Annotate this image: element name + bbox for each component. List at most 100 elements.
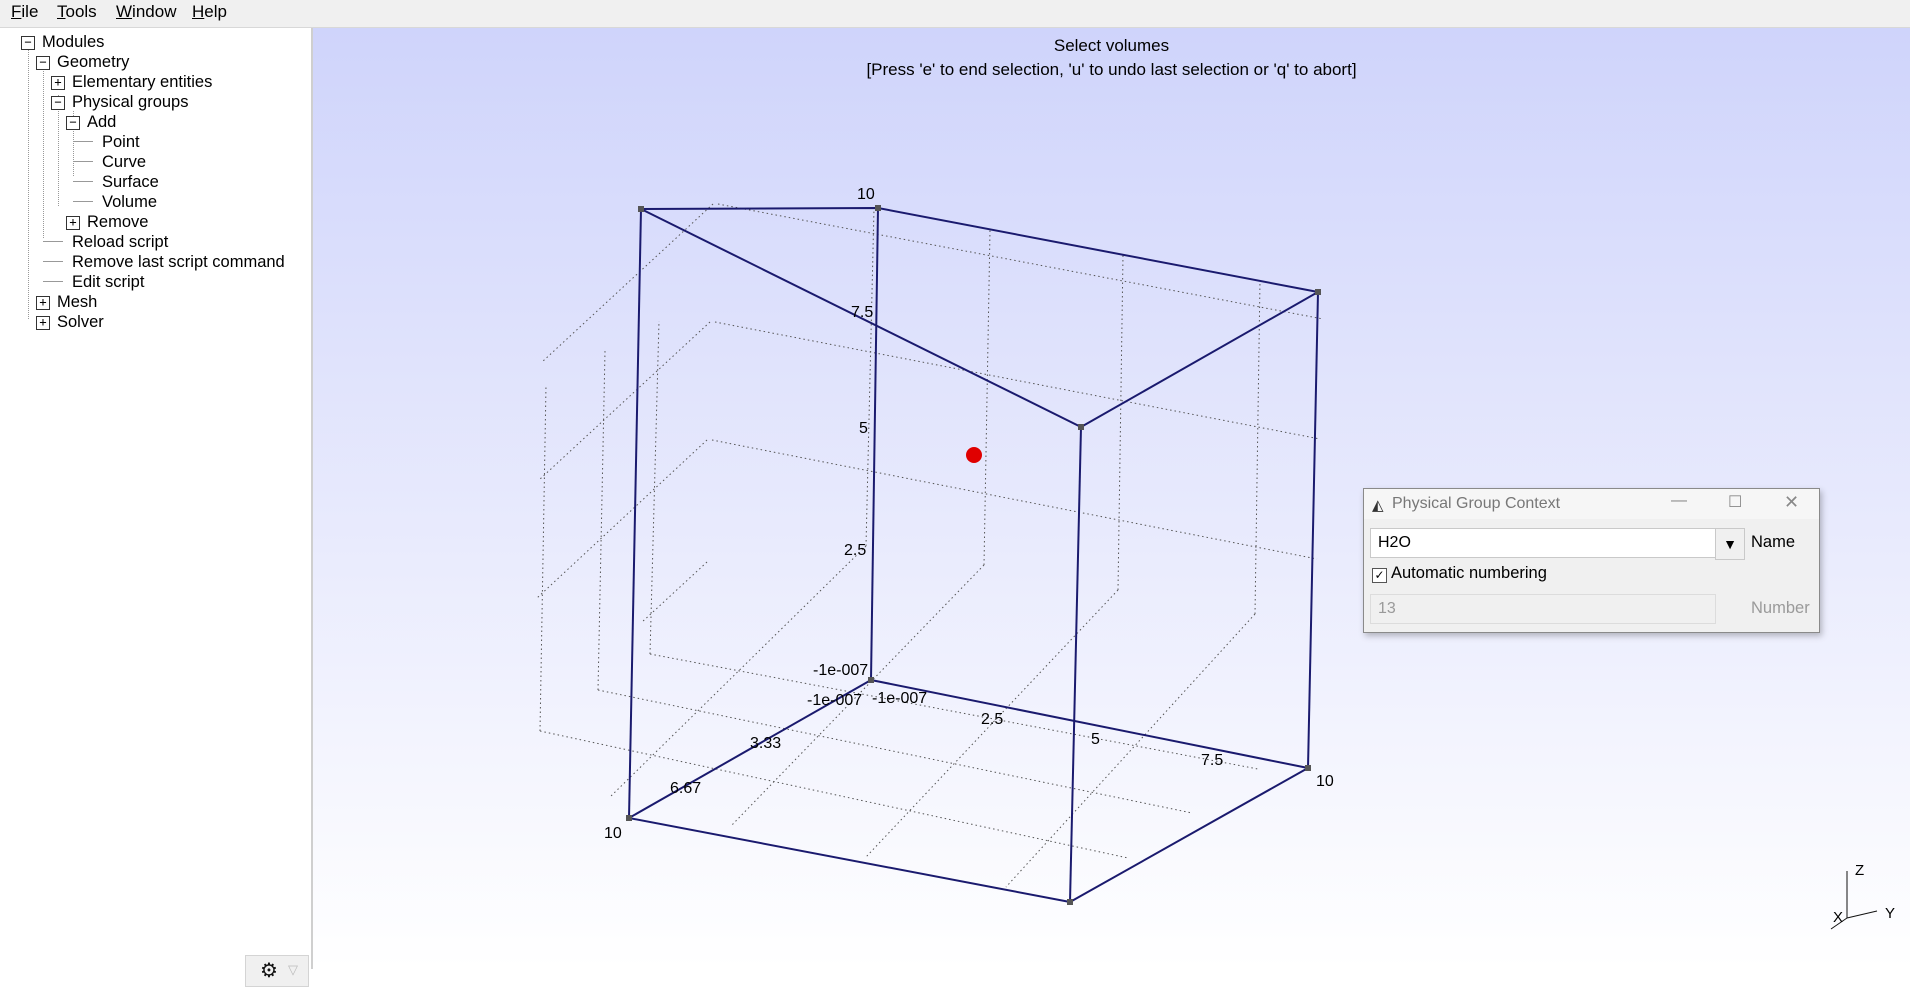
gear-icon[interactable]: ⚙	[260, 960, 278, 982]
menu-window[interactable]: Window	[114, 2, 178, 22]
axis-y-tick-origin: -1e-007	[872, 690, 928, 707]
expand-elementary-icon[interactable]: +	[51, 76, 65, 90]
edge-bottom-front	[628, 817, 1071, 903]
menu-tools-rest: ools	[65, 2, 97, 21]
group-name-dropdown-button[interactable]: ▼	[1715, 528, 1745, 560]
vertex-1	[638, 206, 644, 212]
checkmark-icon: ✓	[1374, 568, 1385, 582]
name-label: Name	[1751, 533, 1796, 551]
collapse-physical-icon[interactable]: −	[51, 96, 65, 110]
minimize-icon[interactable]: —	[1671, 492, 1687, 510]
box-vertices	[626, 205, 1321, 905]
axis-z-tick-5: 5	[859, 420, 868, 437]
edge-bottom-right	[1069, 767, 1309, 903]
triad-z-label: Z	[1855, 862, 1865, 879]
box-edges	[628, 206, 1321, 903]
vertex-8	[868, 677, 874, 683]
tree-branch-remove-last	[43, 261, 63, 262]
automatic-numbering-checkbox[interactable]: ✓	[1372, 568, 1387, 583]
volume-selection-marker[interactable]	[966, 447, 982, 463]
group-number-value: 13	[1378, 600, 1396, 617]
axis-z-tick-7-5: 7.5	[851, 304, 874, 321]
menu-tools-mnemonic: T	[57, 2, 66, 21]
menu-tools[interactable]: Tools	[55, 2, 99, 22]
module-tree-panel: − Modules − Geometry + Elementary entiti…	[0, 28, 313, 987]
edge-back-right	[1307, 291, 1319, 769]
axis-x-tick-origin: -1e-007	[807, 692, 863, 709]
edge-front-right	[1069, 426, 1082, 903]
group-number-input[interactable]: 13	[1370, 594, 1716, 624]
tree-guide-physical	[58, 95, 59, 206]
tree-branch-edit	[43, 281, 63, 282]
axes-orientation-triad: Z Y X	[1815, 855, 1905, 935]
tree-item-surface[interactable]: Surface	[102, 172, 159, 192]
axis-z-tick-2-5: 2.5	[844, 542, 867, 559]
tree-item-elementary-entities[interactable]: Elementary entities	[72, 72, 212, 92]
dialog-title-bar[interactable]: ◭ Physical Group Context — ☐ ✕	[1364, 489, 1819, 519]
number-label: Number	[1751, 599, 1810, 617]
menu-help[interactable]: Help	[190, 2, 229, 22]
collapse-modules-icon[interactable]: −	[21, 36, 35, 50]
tree-item-reload-script[interactable]: Reload script	[72, 232, 168, 252]
tree-item-physical-groups[interactable]: Physical groups	[72, 92, 188, 112]
edge-front-left	[628, 208, 642, 819]
tree-options-bar: ⚙ ▽	[245, 955, 309, 987]
tree-branch-curve	[73, 161, 93, 162]
tree-guide-modules	[28, 42, 29, 319]
vertex-2	[875, 205, 881, 211]
axis-y-tick-2-5: 2.5	[981, 711, 1004, 728]
tree-item-add[interactable]: Add	[87, 112, 116, 132]
tree-item-volume[interactable]: Volume	[102, 192, 157, 212]
triad-x-label: X	[1833, 909, 1844, 926]
vertex-7	[1305, 765, 1311, 771]
expand-mesh-icon[interactable]: +	[36, 296, 50, 310]
tree-item-solver[interactable]: Solver	[57, 312, 104, 332]
tree-item-curve[interactable]: Curve	[102, 152, 146, 172]
vertex-3	[1315, 289, 1321, 295]
expand-remove-icon[interactable]: +	[66, 216, 80, 230]
menu-help-rest: elp	[204, 2, 227, 21]
axis-z-tick-origin: -1e-007	[813, 662, 869, 679]
maximize-icon[interactable]: ☐	[1728, 492, 1742, 512]
chevron-down-icon: ▼	[1723, 536, 1737, 552]
tree-branch-surface	[73, 181, 93, 182]
group-name-input[interactable]: H2O	[1370, 528, 1716, 558]
edge-bottom-back	[870, 679, 1309, 769]
dropdown-arrow-icon[interactable]: ▽	[288, 962, 298, 978]
axis-y-tick-10: 10	[1316, 773, 1334, 790]
tree-item-edit-script[interactable]: Edit script	[72, 272, 144, 292]
tree-branch-volume	[73, 201, 93, 202]
vertex-4	[1078, 424, 1084, 430]
triad-y-label: Y	[1885, 905, 1896, 922]
close-icon[interactable]: ✕	[1784, 492, 1799, 513]
menu-file[interactable]: File	[9, 2, 40, 22]
tree-item-mesh[interactable]: Mesh	[57, 292, 97, 312]
gmsh-app-icon: ◭	[1372, 497, 1384, 514]
menu-file-mnemonic: F	[11, 2, 22, 21]
edge-back-left	[870, 207, 879, 681]
tree-item-remove[interactable]: Remove	[87, 212, 148, 232]
expand-solver-icon[interactable]: +	[36, 316, 50, 330]
tree-branch-point	[73, 141, 93, 142]
menu-help-mnemonic: H	[192, 2, 205, 21]
axis-y-tick-5: 5	[1091, 731, 1100, 748]
tree-item-modules[interactable]: Modules	[42, 32, 104, 52]
menu-window-rest: indow	[132, 2, 177, 21]
physical-group-context-dialog: ◭ Physical Group Context — ☐ ✕ H2O ▼ Nam…	[1363, 488, 1820, 633]
tree-item-geometry[interactable]: Geometry	[57, 52, 129, 72]
tree-item-point[interactable]: Point	[102, 132, 140, 152]
automatic-numbering-label[interactable]: Automatic numbering	[1391, 564, 1547, 583]
axis-x-tick-6-67: 6.67	[670, 780, 702, 797]
tree-branch-reload	[43, 241, 63, 242]
collapse-geometry-icon[interactable]: −	[36, 56, 50, 70]
axis-x-tick-3-33: 3.33	[750, 735, 782, 752]
menu-bar: File Tools Window Help	[0, 0, 1910, 28]
dialog-title: Physical Group Context	[1392, 495, 1561, 512]
axis-y-tick-7-5: 7.5	[1201, 752, 1224, 769]
tree-item-remove-last-script-command[interactable]: Remove last script command	[72, 252, 285, 272]
menu-file-rest: ile	[21, 2, 39, 21]
axis-x-tick-10: 10	[604, 825, 622, 842]
menu-window-mnemonic: W	[116, 2, 133, 21]
collapse-add-icon[interactable]: −	[66, 116, 80, 130]
vertex-5	[626, 815, 632, 821]
